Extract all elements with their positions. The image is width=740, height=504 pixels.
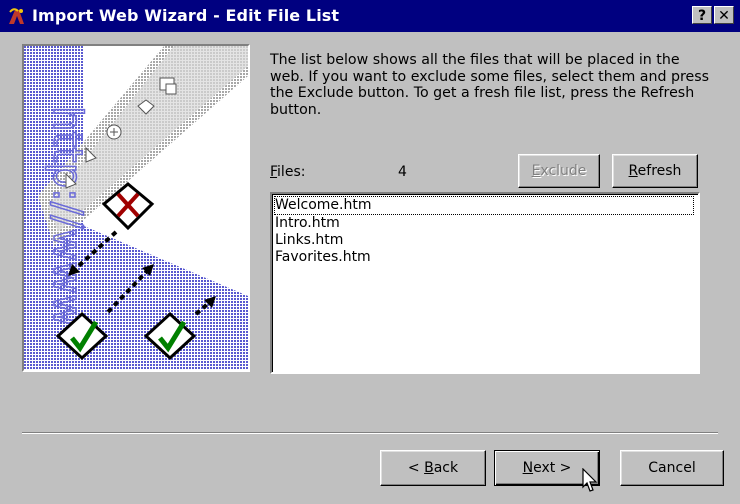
list-item[interactable]: Intro.htm bbox=[275, 215, 340, 232]
files-count: 4 bbox=[398, 164, 407, 180]
cancel-button[interactable]: Cancel bbox=[620, 450, 724, 486]
window-title: Import Web Wizard - Edit File List bbox=[32, 6, 340, 25]
refresh-label-rest: efresh bbox=[637, 163, 682, 179]
close-button[interactable]: ✕ bbox=[714, 6, 734, 24]
list-item[interactable]: Favorites.htm bbox=[275, 249, 371, 266]
mouse-cursor-icon bbox=[582, 468, 598, 492]
wizard-app-icon bbox=[9, 8, 24, 24]
next-label-rest: ext > bbox=[533, 460, 572, 476]
list-item[interactable]: Welcome.htm bbox=[274, 196, 694, 215]
file-listbox[interactable]: Welcome.htm Intro.htm Links.htm Favorite… bbox=[270, 192, 700, 374]
close-icon: ✕ bbox=[718, 8, 730, 24]
list-item[interactable]: Links.htm bbox=[275, 232, 343, 249]
exclude-button[interactable]: Exclude bbox=[518, 154, 600, 188]
back-button[interactable]: < Back bbox=[380, 450, 486, 486]
wizard-illustration: http://www bbox=[22, 44, 250, 372]
title-bar[interactable]: Import Web Wizard - Edit File List ? ✕ bbox=[0, 0, 740, 32]
illustration-art: http://www bbox=[24, 46, 248, 370]
help-icon: ? bbox=[697, 8, 707, 24]
refresh-button[interactable]: Refresh bbox=[612, 154, 698, 188]
exclude-label-rest: xclude bbox=[540, 163, 587, 179]
back-label-rest: ack bbox=[433, 460, 459, 476]
next-accelerator: N bbox=[522, 460, 534, 476]
wizard-window: Import Web Wizard - Edit File List ? ✕ h… bbox=[0, 0, 740, 504]
help-button[interactable]: ? bbox=[692, 6, 712, 24]
files-label-rest: iles: bbox=[277, 164, 306, 180]
files-label: Files: bbox=[270, 164, 305, 180]
back-accelerator: B bbox=[424, 460, 434, 476]
back-prefix: < bbox=[407, 460, 425, 476]
separator-line bbox=[22, 432, 718, 434]
description-text: The list below shows all the files that … bbox=[270, 52, 710, 118]
art-vertical-text: http://www bbox=[44, 106, 90, 327]
file-listbox-inner: Welcome.htm Intro.htm Links.htm Favorite… bbox=[272, 194, 698, 372]
refresh-accelerator: R bbox=[628, 163, 638, 179]
files-label-accelerator: F bbox=[270, 164, 278, 180]
